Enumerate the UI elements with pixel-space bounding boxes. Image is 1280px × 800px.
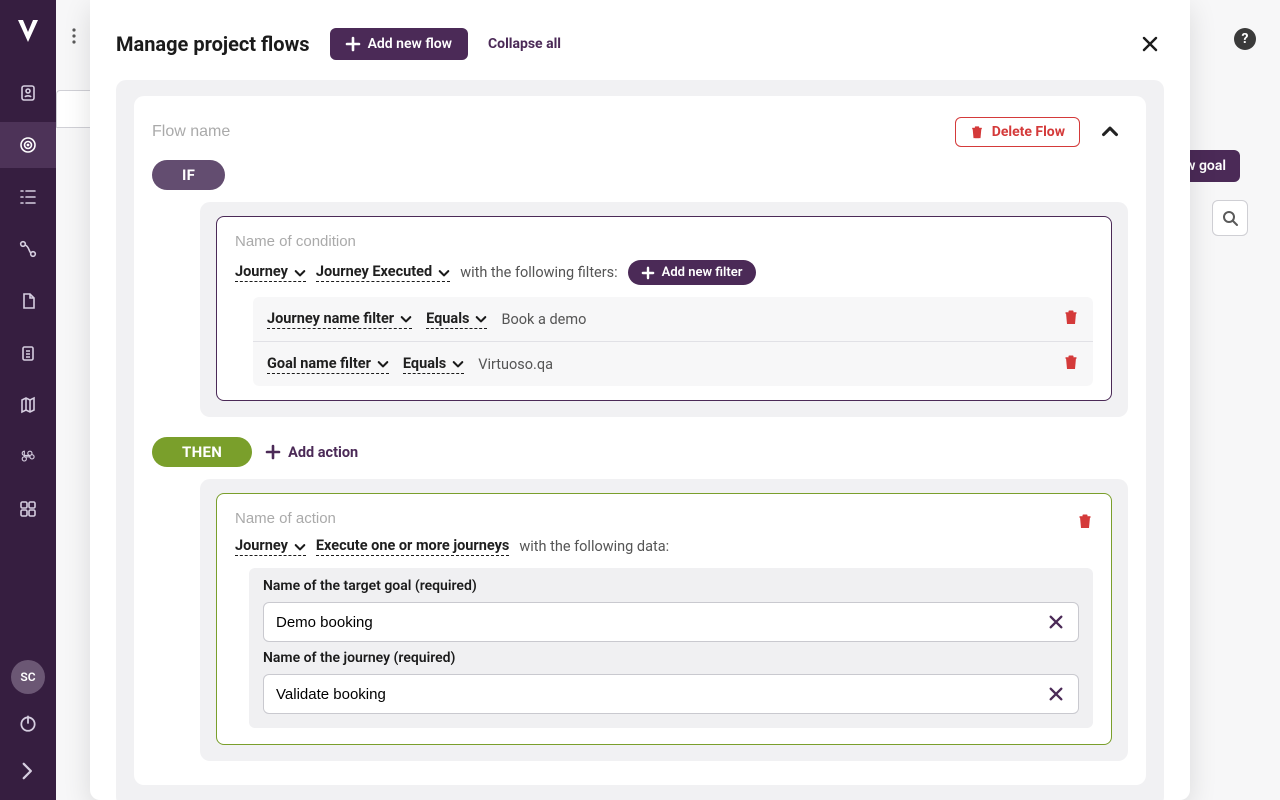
chevron-down-icon — [475, 312, 487, 324]
chevron-down-icon — [452, 357, 464, 369]
add-flow-label: Add new flow — [368, 36, 452, 52]
filter-field-dropdown[interactable]: Goal name filter — [267, 355, 389, 374]
plus-icon — [346, 37, 360, 51]
condition-subject-dropdown[interactable]: Journey — [235, 263, 306, 282]
add-filter-button[interactable]: Add new filter — [628, 260, 757, 285]
filters-list: Journey name filter Equals Book a d — [253, 297, 1093, 386]
add-action-label: Add action — [288, 444, 358, 461]
add-action-button[interactable]: Add action — [266, 444, 358, 461]
flows-container: Delete Flow IF — [116, 80, 1164, 800]
action-field-label: Name of the target goal (required) — [263, 578, 1079, 594]
target-goal-input[interactable] — [276, 603, 1042, 641]
app-logo — [15, 18, 41, 44]
sidebar-item-expand[interactable] — [0, 748, 56, 794]
if-pill: IF — [152, 160, 225, 190]
trash-icon — [1077, 513, 1093, 529]
delete-flow-label: Delete Flow — [992, 124, 1065, 140]
plus-icon — [642, 267, 654, 279]
add-filter-label: Add new filter — [662, 265, 743, 280]
close-icon — [1141, 35, 1159, 53]
sidebar: SC — [0, 0, 56, 800]
clear-input-button[interactable] — [1042, 608, 1070, 636]
trash-icon — [970, 125, 984, 139]
sidebar-item-apps[interactable] — [0, 486, 56, 532]
delete-filter-button[interactable] — [1063, 354, 1079, 374]
action-subject-label: Journey — [235, 537, 288, 554]
action-data-block: Name of the target goal (required) Name … — [249, 568, 1093, 728]
plus-icon — [266, 445, 280, 459]
sidebar-item-list[interactable] — [0, 174, 56, 220]
journey-name-input[interactable] — [276, 675, 1042, 713]
delete-flow-button[interactable]: Delete Flow — [955, 117, 1080, 147]
sidebar-item-shortcuts[interactable] — [0, 434, 56, 480]
chevron-down-icon — [377, 357, 389, 369]
collapse-all-button[interactable]: Collapse all — [488, 36, 561, 52]
condition-event-dropdown[interactable]: Journey Executed — [316, 263, 450, 282]
page-menu-icon[interactable] — [62, 18, 86, 54]
condition-subject-label: Journey — [235, 263, 288, 280]
filter-value[interactable]: Book a demo — [501, 311, 586, 328]
action-verb-dropdown[interactable]: Execute one or more journeys — [316, 537, 509, 556]
sidebar-item-paths[interactable] — [0, 226, 56, 272]
collapse-flow-button[interactable] — [1092, 114, 1128, 150]
manage-flows-modal: Manage project flows Add new flow Collap… — [90, 0, 1190, 800]
flow-card: Delete Flow IF — [134, 96, 1146, 785]
action-subject-dropdown[interactable]: Journey — [235, 537, 306, 556]
action-verb-label: Execute one or more journeys — [316, 537, 509, 554]
filter-row: Goal name filter Equals Virtuoso.qa — [253, 342, 1093, 386]
avatar[interactable]: SC — [11, 660, 45, 694]
flow-name-input[interactable] — [152, 119, 943, 145]
sidebar-item-reports[interactable] — [0, 330, 56, 376]
condition-event-label: Journey Executed — [316, 263, 432, 280]
bg-left-panel — [56, 90, 90, 128]
sidebar-item-env[interactable] — [0, 382, 56, 428]
action-card: Journey Execute one or more journeys wit… — [216, 493, 1112, 745]
close-icon — [1048, 614, 1064, 630]
action-field-label: Name of the journey (required) — [263, 650, 1079, 666]
close-modal-button[interactable] — [1136, 30, 1164, 58]
sidebar-item-projects[interactable] — [0, 70, 56, 116]
delete-action-button[interactable] — [1077, 513, 1093, 533]
chevron-down-icon — [400, 312, 412, 324]
sidebar-item-docs[interactable] — [0, 278, 56, 324]
help-button[interactable]: ? — [1234, 28, 1256, 50]
clear-input-button[interactable] — [1042, 680, 1070, 708]
then-pill: THEN — [152, 437, 252, 467]
modal-header: Manage project flows Add new flow Collap… — [90, 0, 1190, 74]
filter-op-label: Equals — [403, 355, 446, 372]
chevron-up-icon — [1101, 123, 1119, 141]
if-section: Journey Journey Executed with the follow… — [152, 188, 1128, 417]
chevron-down-icon — [294, 266, 306, 278]
filter-row: Journey name filter Equals Book a d — [253, 297, 1093, 342]
chevron-down-icon — [438, 266, 450, 278]
sidebar-item-logout[interactable] — [0, 700, 56, 746]
action-data-intro: with the following data: — [519, 538, 669, 555]
close-icon — [1048, 686, 1064, 702]
add-flow-button[interactable]: Add new flow — [330, 28, 468, 60]
condition-name-input[interactable] — [235, 231, 1093, 260]
chevron-down-icon — [294, 540, 306, 552]
trash-icon — [1063, 354, 1079, 370]
bg-search-button[interactable] — [1212, 200, 1248, 236]
trash-icon — [1063, 309, 1079, 325]
filter-field-label: Goal name filter — [267, 355, 371, 372]
filter-value[interactable]: Virtuoso.qa — [478, 356, 553, 373]
filter-op-dropdown[interactable]: Equals — [403, 355, 464, 374]
sidebar-item-flows[interactable] — [0, 122, 56, 168]
action-name-input[interactable] — [235, 508, 1069, 537]
condition-filters-intro: with the following filters: — [460, 264, 617, 281]
condition-card: Journey Journey Executed with the follow… — [216, 216, 1112, 401]
modal-title: Manage project flows — [116, 32, 310, 56]
filter-op-label: Equals — [426, 310, 469, 327]
filter-field-label: Journey name filter — [267, 310, 394, 327]
filter-op-dropdown[interactable]: Equals — [426, 310, 487, 329]
then-section: Journey Execute one or more journeys wit… — [152, 465, 1128, 761]
delete-filter-button[interactable] — [1063, 309, 1079, 329]
filter-field-dropdown[interactable]: Journey name filter — [267, 310, 412, 329]
